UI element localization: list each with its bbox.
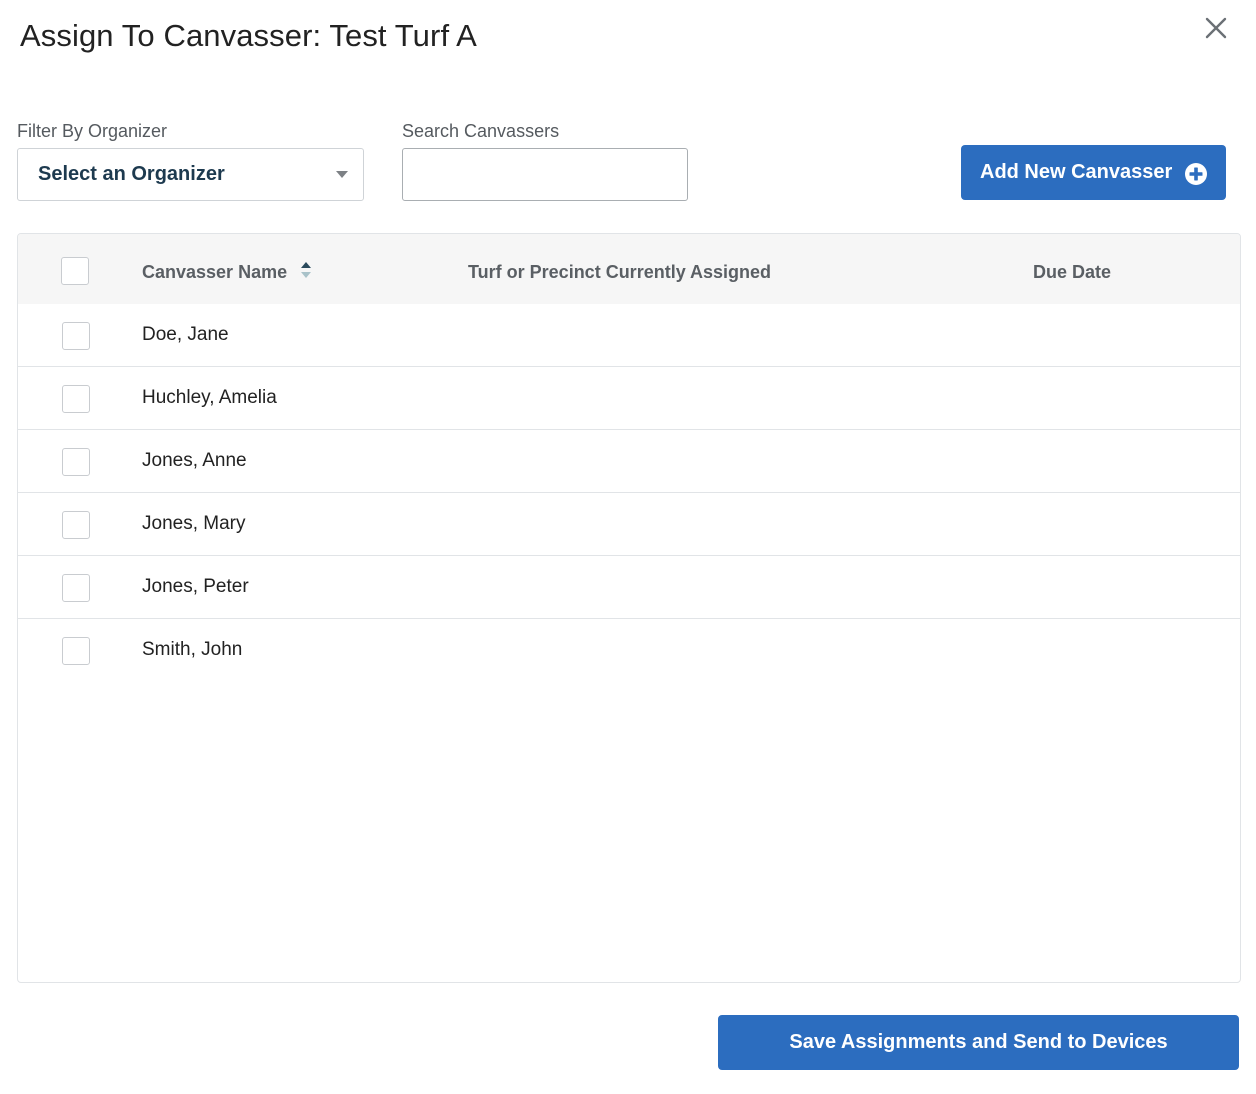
- close-button[interactable]: [1200, 12, 1232, 44]
- row-checkbox[interactable]: [62, 322, 90, 350]
- plus-circle-icon: [1185, 163, 1207, 185]
- column-header-canvasser-name[interactable]: Canvasser Name: [142, 262, 287, 283]
- column-header-due-date: Due Date: [1033, 262, 1112, 282]
- save-assignments-button[interactable]: Save Assignments and Send to Devices: [718, 1015, 1239, 1070]
- select-all-checkbox[interactable]: [61, 257, 89, 285]
- table-row: Smith, John: [18, 619, 1240, 682]
- table-header: Canvasser Name Turf or Precinct Currentl…: [18, 234, 1240, 304]
- table-row: Jones, Anne: [18, 430, 1240, 493]
- close-icon: [1205, 17, 1227, 39]
- row-checkbox[interactable]: [62, 574, 90, 602]
- row-checkbox[interactable]: [62, 637, 90, 665]
- search-canvassers-input[interactable]: [402, 148, 688, 201]
- canvasser-name-cell: Jones, Peter: [142, 576, 249, 597]
- organizer-select-value: Select an Organizer: [38, 163, 225, 185]
- canvasser-name-cell: Smith, John: [142, 639, 243, 660]
- table-row: Jones, Peter: [18, 556, 1240, 619]
- canvasser-name-cell: Jones, Mary: [142, 513, 246, 534]
- canvasser-name-cell: Huchley, Amelia: [142, 387, 277, 408]
- row-checkbox[interactable]: [62, 385, 90, 413]
- canvasser-name-cell: Doe, Jane: [142, 324, 229, 345]
- canvasser-name-cell: Jones, Anne: [142, 450, 247, 471]
- dialog-title: Assign To Canvasser: Test Turf A: [20, 18, 477, 53]
- filter-organizer-label: Filter By Organizer: [17, 121, 168, 141]
- column-header-turf: Turf or Precinct Currently Assigned: [468, 262, 772, 282]
- assign-canvasser-dialog: Assign To Canvasser: Test Turf A Filter …: [0, 0, 1256, 1094]
- add-new-canvasser-label: Add New Canvasser: [980, 161, 1173, 183]
- table-row: Jones, Mary: [18, 493, 1240, 556]
- chevron-down-icon: [336, 171, 348, 178]
- table-row: Doe, Jane: [18, 304, 1240, 367]
- row-checkbox[interactable]: [62, 511, 90, 539]
- search-canvassers-label: Search Canvassers: [402, 121, 560, 141]
- save-assignments-label: Save Assignments and Send to Devices: [789, 1031, 1168, 1053]
- organizer-select[interactable]: Select an Organizer: [17, 148, 364, 201]
- canvasser-table: Canvasser Name Turf or Precinct Currentl…: [17, 233, 1241, 983]
- add-new-canvasser-button[interactable]: Add New Canvasser: [961, 145, 1226, 200]
- sort-icon[interactable]: [300, 260, 312, 280]
- row-checkbox[interactable]: [62, 448, 90, 476]
- table-row: Huchley, Amelia: [18, 367, 1240, 430]
